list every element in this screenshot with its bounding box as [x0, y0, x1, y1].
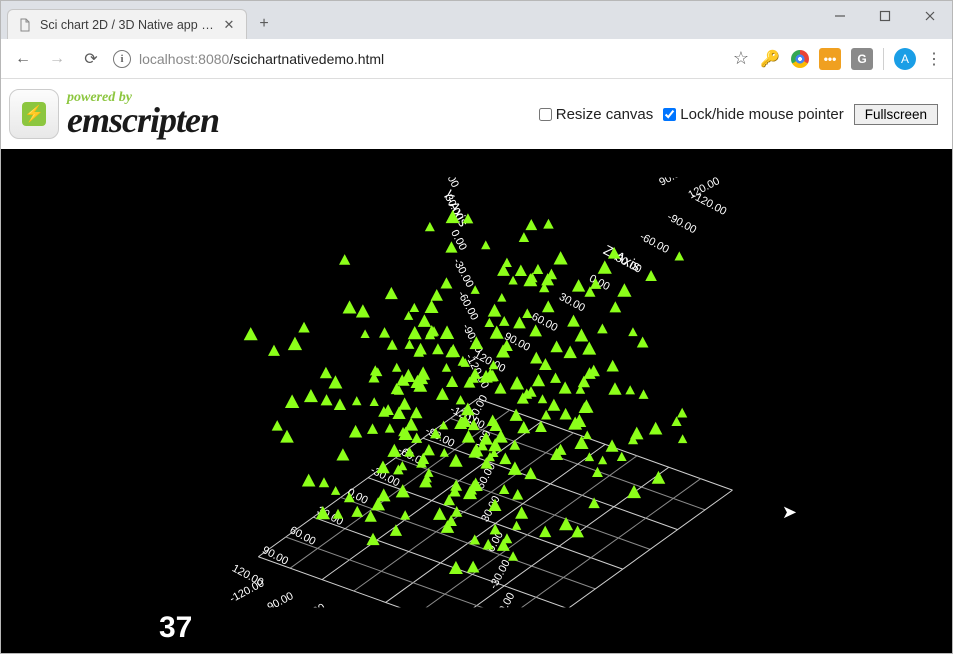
tab-close-icon[interactable]: ✕: [222, 18, 236, 31]
brand-text: emscripten: [67, 104, 219, 136]
bolt-icon: ⚡: [22, 102, 46, 126]
emscripten-wordmark: powered by emscripten: [67, 92, 219, 137]
close-window-button[interactable]: [907, 1, 952, 31]
page-content: ⚡ powered by emscripten Resize canvas Lo…: [1, 79, 952, 653]
back-button[interactable]: ←: [11, 47, 35, 71]
svg-text:-90.00: -90.00: [262, 590, 295, 607]
browser-window: Sci chart 2D / 3D Native app sam ✕ + ← →…: [0, 0, 953, 654]
svg-text:90.00: 90.00: [260, 544, 290, 568]
svg-text:-120.00: -120.00: [689, 190, 728, 218]
extension-g-icon[interactable]: G: [851, 48, 873, 70]
site-info-icon[interactable]: i: [113, 50, 131, 68]
svg-text:-60.00: -60.00: [492, 591, 517, 608]
emscripten-controls: Resize canvas Lock/hide mouse pointer Fu…: [539, 104, 938, 125]
tab-strip: Sci chart 2D / 3D Native app sam ✕ +: [1, 1, 277, 39]
profile-avatar[interactable]: A: [894, 48, 916, 70]
svg-text:-60.00: -60.00: [455, 289, 480, 322]
generic-page-icon: [18, 18, 32, 32]
chart-3d-surface[interactable]: -120.00-90.00-60.00-30.000.0030.0060.009…: [217, 177, 737, 607]
svg-text:-90.00: -90.00: [665, 211, 698, 236]
lock-hide-pointer-checkbox[interactable]: [663, 108, 676, 121]
emscripten-header: ⚡ powered by emscripten Resize canvas Lo…: [1, 79, 952, 149]
extension-orange-icon[interactable]: •••: [819, 48, 841, 70]
svg-text:-60.00: -60.00: [637, 231, 670, 256]
resize-canvas-checkbox[interactable]: [539, 108, 552, 121]
menu-kebab-icon[interactable]: ⋮: [926, 49, 942, 69]
minimize-button[interactable]: [817, 1, 862, 31]
webgl-canvas[interactable]: -120.00-90.00-60.00-30.000.0030.0060.009…: [157, 149, 797, 653]
resize-canvas-label[interactable]: Resize canvas: [539, 106, 654, 123]
reload-button[interactable]: ⟳: [79, 47, 103, 71]
emscripten-badge-icon: ⚡: [9, 89, 59, 139]
address-bar: ← → ⟳ i localhost:8080/scichartnativedem…: [1, 39, 952, 79]
svg-text:90.00: 90.00: [657, 177, 687, 188]
svg-text:60.00: 60.00: [287, 524, 317, 548]
svg-text:-60.00: -60.00: [294, 601, 327, 607]
fps-counter: 37: [159, 611, 192, 645]
canvas-stage-wrapper: -120.00-90.00-60.00-30.000.0030.0060.009…: [1, 149, 952, 653]
svg-text:-30.00: -30.00: [450, 256, 475, 289]
extension-key-icon[interactable]: 🔑: [759, 48, 781, 70]
cursor-icon: ➤: [782, 502, 797, 523]
emscripten-logo: ⚡ powered by emscripten: [9, 89, 219, 139]
titlebar: Sci chart 2D / 3D Native app sam ✕ +: [1, 1, 952, 39]
svg-text:-90.00: -90.00: [459, 322, 484, 355]
svg-text:30.00: 30.00: [556, 291, 586, 315]
forward-button[interactable]: →: [45, 47, 69, 71]
extension-chrome-icon[interactable]: [791, 50, 809, 68]
url-field[interactable]: i localhost:8080/scichartnativedemo.html: [113, 50, 723, 68]
url-text: localhost:8080/scichartnativedemo.html: [139, 51, 384, 67]
lock-hide-pointer-label[interactable]: Lock/hide mouse pointer: [663, 106, 843, 123]
new-tab-button[interactable]: +: [251, 11, 277, 37]
maximize-button[interactable]: [862, 1, 907, 31]
svg-text:-30.00: -30.00: [487, 558, 512, 591]
fullscreen-button[interactable]: Fullscreen: [854, 104, 938, 125]
bookmark-star-icon[interactable]: ☆: [733, 48, 749, 69]
tab-title: Sci chart 2D / 3D Native app sam: [40, 18, 214, 32]
tab-active[interactable]: Sci chart 2D / 3D Native app sam ✕: [7, 9, 247, 39]
toolbar-divider: [883, 48, 884, 70]
svg-text:60.00: 60.00: [437, 177, 461, 189]
window-controls: [817, 1, 952, 31]
